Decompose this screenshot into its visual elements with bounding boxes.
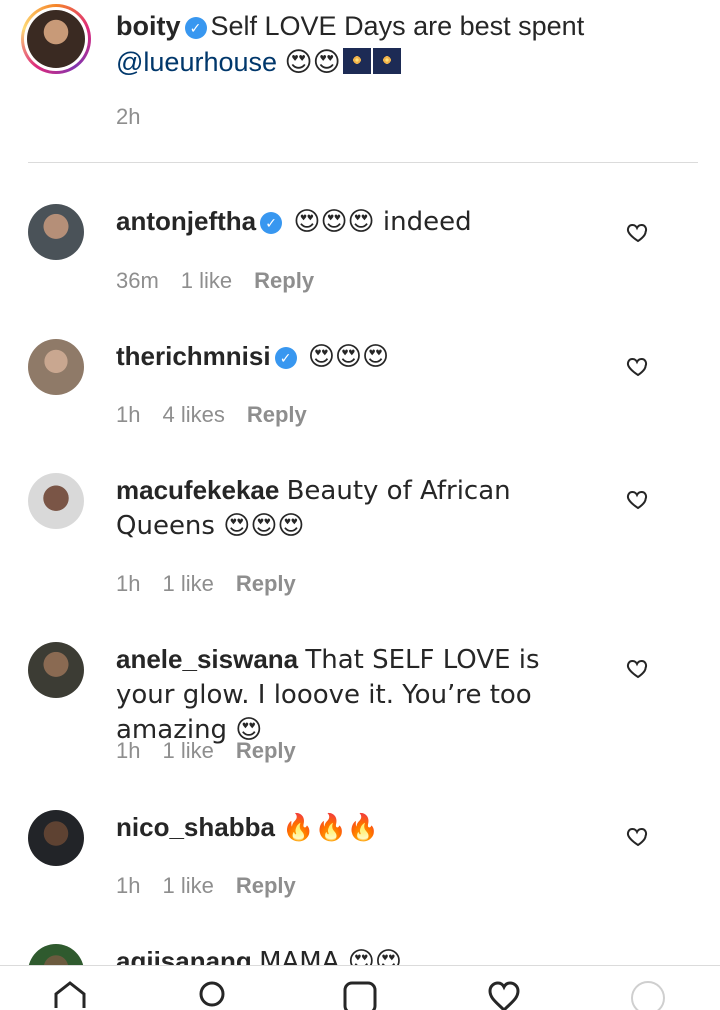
commenter-username[interactable]: antonjeftha [116, 206, 256, 236]
comment-row: antonjeftha ✓ 😍😍😍 indeed 36m 1 like Reply [0, 200, 720, 320]
caption-divider [28, 162, 698, 163]
search-icon[interactable] [196, 980, 232, 1010]
commenter-username[interactable]: nico_shabba [116, 812, 275, 842]
commenter-avatar[interactable] [28, 810, 84, 866]
comment-likes[interactable]: 1 like [162, 738, 213, 763]
comment-meta: 1h 4 likes Reply [116, 402, 329, 428]
avatar-ring-gap [24, 7, 88, 71]
post-caption-block: boity ✓ Self LOVE Days are best spent @lue… [0, 0, 720, 165]
fireworks-emoji-icon [342, 48, 371, 74]
commenter-avatar[interactable] [28, 204, 84, 260]
home-icon[interactable] [52, 980, 88, 1010]
new-post-icon[interactable] [342, 980, 378, 1010]
commenter-avatar[interactable] [28, 339, 84, 395]
activity-heart-icon[interactable] [486, 980, 522, 1010]
comment-text: nico_shabba 🔥🔥🔥 [116, 810, 606, 845]
caption-mention[interactable]: @lueurhouse [116, 47, 277, 77]
reply-button[interactable]: Reply [236, 738, 296, 763]
comment-time: 1h [116, 873, 141, 898]
commenter-username[interactable]: therichmnisi [116, 341, 271, 371]
comment-likes[interactable]: 4 likes [162, 402, 224, 427]
heart-outline-icon[interactable] [626, 354, 650, 378]
post-author-avatar[interactable] [21, 4, 91, 74]
comment-text: antonjeftha ✓ 😍😍😍 indeed [116, 204, 606, 239]
heart-outline-icon[interactable] [626, 656, 650, 680]
commenter-username[interactable]: macufekekae [116, 475, 279, 505]
heart-outline-icon[interactable] [626, 487, 650, 511]
comment-time: 1h [116, 402, 141, 427]
bottom-navigation-bar [0, 965, 720, 1010]
post-timestamp: 2h [116, 104, 141, 129]
fireworks-emoji-icon [372, 48, 401, 74]
reply-button[interactable]: Reply [236, 571, 296, 596]
heart-outline-icon[interactable] [626, 220, 650, 244]
comment-text: macufekekae Beauty of African Queens 😍😍😍 [116, 473, 606, 543]
verified-badge-icon: ✓ [274, 347, 297, 369]
comment-meta: 36m 1 like Reply [116, 268, 336, 294]
comment-row: therichmnisi ✓ 😍😍😍 1h 4 likes Reply [0, 336, 720, 456]
post-author-username[interactable]: boity [116, 11, 181, 41]
comment-row: anele_siswana That SELF LOVE is your glo… [0, 640, 720, 790]
comment-row: macufekekae Beauty of African Queens 😍😍😍… [0, 471, 720, 621]
comment-text: anele_siswana That SELF LOVE is your glo… [116, 642, 606, 747]
comment-time: 1h [116, 571, 141, 596]
profile-avatar-icon[interactable] [630, 980, 666, 1010]
comment-likes[interactable]: 1 like [162, 873, 213, 898]
comment-likes[interactable]: 1 like [181, 268, 232, 293]
comment-meta: 1h 1 like Reply [116, 873, 318, 899]
comment-text: therichmnisi ✓ 😍😍😍 [116, 339, 606, 374]
caption-body: Self LOVE Days are best spent [210, 11, 585, 41]
comment-body: 😍😍😍 [307, 342, 390, 372]
comment-body: 😍😍😍 indeed [293, 207, 472, 237]
avatar-image [27, 10, 85, 68]
commenter-username[interactable]: anele_siswana [116, 644, 298, 674]
verified-badge-icon: ✓ [184, 17, 207, 39]
reply-button[interactable]: Reply [254, 268, 314, 293]
comment-row: nico_shabba 🔥🔥🔥 1h 1 like Reply [0, 808, 720, 928]
comment-time: 1h [116, 738, 141, 763]
heart-outline-icon[interactable] [626, 824, 650, 848]
reply-button[interactable]: Reply [236, 873, 296, 898]
commenter-avatar[interactable] [28, 642, 84, 698]
reply-button[interactable]: Reply [247, 402, 307, 427]
comment-meta: 1h 1 like Reply [116, 738, 318, 764]
verified-badge-icon: ✓ [260, 212, 283, 234]
caption-text: boity ✓ Self LOVE Days are best spent @lue… [116, 8, 696, 81]
comment-time: 36m [116, 268, 159, 293]
comment-likes[interactable]: 1 like [162, 571, 213, 596]
comment-meta: 1h 1 like Reply [116, 571, 318, 597]
caption-emojis: 😍😍 [284, 47, 341, 78]
commenter-avatar[interactable] [28, 473, 84, 529]
comment-body: 🔥🔥🔥 [282, 813, 380, 843]
